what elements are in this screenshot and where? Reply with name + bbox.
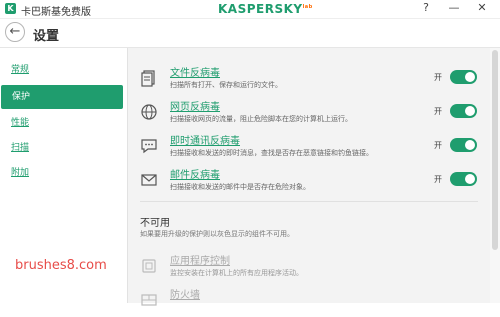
protection-settings-panel: 文件反病毒 扫描所有打开、保存和运行的文件。 开 网页反病毒 扫描接收网页的流量… [128, 48, 490, 306]
help-button[interactable]: ? [419, 1, 433, 15]
toggle-knob [465, 174, 475, 184]
unavailable-section-title: 不可用 [140, 218, 170, 229]
sidebar-item-scan[interactable]: 扫描 [0, 136, 122, 160]
firewall-link[interactable]: 防火墙 [170, 286, 200, 301]
sidebar-item-protection[interactable]: 保护 [1, 85, 123, 109]
component-row-mail-antivirus: 邮件反病毒 扫描接收和发送的邮件中是否存在危险对象。 开 [128, 163, 490, 197]
toggle-state-label: 开 [434, 73, 442, 82]
mail-antivirus-link[interactable]: 邮件反病毒 [170, 166, 220, 181]
file-antivirus-desc: 扫描所有打开、保存和运行的文件。 [170, 81, 282, 89]
close-button[interactable]: ✕ [475, 1, 489, 15]
toggle-knob [465, 72, 475, 82]
toggle-state-label: 开 [434, 107, 442, 116]
component-row-web-antivirus: 网页反病毒 扫描接收网页的流量，阻止危险脚本在您的计算机上运行。 开 [128, 95, 490, 129]
sidebar-item-general[interactable]: 常规 [0, 58, 122, 82]
component-row-im-antivirus: 即时通讯反病毒 扫描接收和发送的即时消息，查找是否存在恶意链接和钓鱼链接。 开 [128, 129, 490, 163]
watermark-text: brushes8.com [15, 258, 107, 273]
app-control-icon [142, 259, 156, 273]
mail-antivirus-desc: 扫描接收和发送的邮件中是否存在危险对象。 [170, 183, 310, 191]
chat-icon [141, 139, 157, 154]
toggle-state-label: 开 [434, 175, 442, 184]
im-antivirus-toggle[interactable] [450, 138, 477, 152]
sidebar-item-additional[interactable]: 附加 [0, 161, 122, 185]
globe-icon [141, 104, 157, 120]
component-row-app-control: 应用程序控制 监控安装在计算机上的所有应用程序活动。 [128, 249, 490, 283]
back-button[interactable]: ← [5, 22, 25, 42]
im-antivirus-desc: 扫描接收和发送的即时消息，查找是否存在恶意链接和钓鱼链接。 [170, 149, 373, 157]
scrollbar[interactable] [490, 48, 500, 303]
kaspersky-app-icon: K [5, 3, 16, 14]
file-antivirus-toggle[interactable] [450, 70, 477, 84]
unavailable-section-desc: 如果要用升级的保护则以灰色显示的组件不可用。 [140, 230, 294, 238]
scrollbar-thumb[interactable] [492, 50, 498, 250]
firewall-icon [141, 294, 157, 306]
web-antivirus-link[interactable]: 网页反病毒 [170, 98, 220, 113]
mail-icon [141, 174, 157, 186]
page-title: 设置 [33, 29, 60, 44]
minimize-button[interactable]: — [447, 1, 461, 15]
web-antivirus-toggle[interactable] [450, 104, 477, 118]
section-divider [140, 201, 478, 202]
toggle-knob [465, 106, 475, 116]
file-antivirus-link[interactable]: 文件反病毒 [170, 64, 220, 79]
component-row-file-antivirus: 文件反病毒 扫描所有打开、保存和运行的文件。 开 [128, 61, 490, 95]
app-control-link[interactable]: 应用程序控制 [170, 252, 230, 267]
file-icon [141, 70, 155, 87]
mail-antivirus-toggle[interactable] [450, 172, 477, 186]
title-bar: K 卡巴斯基免费版 KASPERSKYlab ? — ✕ [0, 0, 500, 19]
toggle-state-label: 开 [434, 141, 442, 150]
component-row-firewall: 防火墙 [128, 283, 490, 317]
settings-header: ← 设置 [0, 19, 500, 48]
kaspersky-logo: KASPERSKYlab [218, 2, 313, 16]
sidebar-item-performance[interactable]: 性能 [0, 111, 122, 135]
toggle-knob [465, 140, 475, 150]
im-antivirus-link[interactable]: 即时通讯反病毒 [170, 132, 240, 147]
window-title: 卡巴斯基免费版 [21, 7, 91, 18]
web-antivirus-desc: 扫描接收网页的流量，阻止危险脚本在您的计算机上运行。 [170, 115, 352, 123]
app-control-desc: 监控安装在计算机上的所有应用程序活动。 [170, 269, 303, 277]
